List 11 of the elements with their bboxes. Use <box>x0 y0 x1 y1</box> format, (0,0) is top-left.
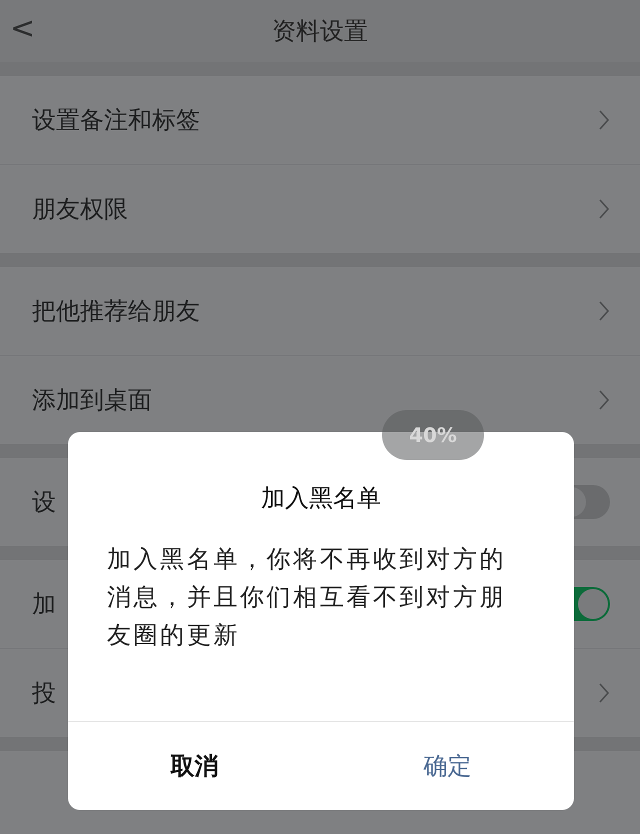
row-label: 设置备注和标签 <box>32 105 200 136</box>
row-label: 投 <box>32 678 56 709</box>
row-label: 设 <box>32 487 56 518</box>
row-label: 添加到桌面 <box>32 385 152 416</box>
zoom-badge: 40% <box>382 410 484 460</box>
dialog-message: 加入黑名单，你将不再收到对方的消息，并且你们相互看不到对方朋友圈的更新 <box>107 544 507 651</box>
page-title: 资料设置 <box>271 16 369 47</box>
dialog-title: 加入黑名单 <box>261 483 381 514</box>
row-label: 把他推荐给朋友 <box>32 296 200 327</box>
row-label: 朋友权限 <box>32 194 128 225</box>
row-label: 加 <box>32 589 56 620</box>
